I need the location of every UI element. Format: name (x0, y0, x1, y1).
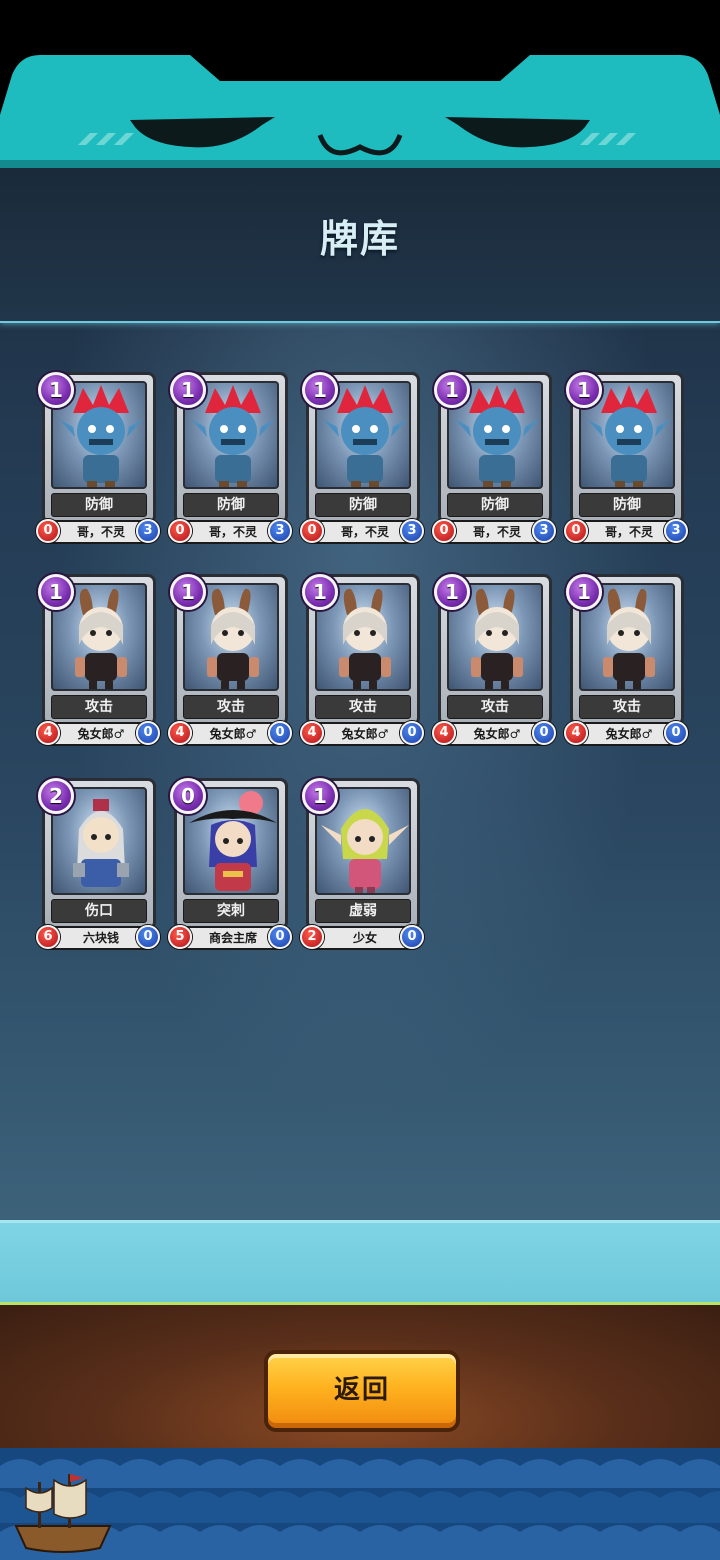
card-cost: 1 (434, 574, 470, 610)
deck-card[interactable]: 防御 1 哥，不灵 0 3 (168, 372, 292, 552)
card-stat-blue: 3 (664, 519, 688, 543)
card-stat-red: 0 (300, 519, 324, 543)
card-stat-red: 0 (564, 519, 588, 543)
deck-card[interactable]: 突刺 0 商会主席 5 0 (168, 778, 292, 958)
card-name: 虚弱 (315, 899, 411, 923)
deck-card[interactable]: 攻击 1 兔女郎♂ 4 0 (432, 574, 556, 754)
card-name: 伤口 (51, 899, 147, 923)
card-stat-blue: 3 (268, 519, 292, 543)
card-stat-blue: 0 (532, 721, 556, 745)
card-cost: 1 (170, 574, 206, 610)
card-owner: 兔女郎♂ (77, 727, 125, 741)
deck-card[interactable]: 防御 1 哥，不灵 0 3 (36, 372, 160, 552)
lower-band (0, 1220, 720, 1302)
card-stat-blue: 0 (400, 925, 424, 949)
card-stat-red: 0 (432, 519, 456, 543)
card-name: 攻击 (447, 695, 543, 719)
card-owner: 兔女郎♂ (341, 727, 389, 741)
card-stat-blue: 0 (400, 721, 424, 745)
cat-face-icon (0, 55, 720, 170)
card-stat-red: 0 (168, 519, 192, 543)
card-stat-red: 2 (300, 925, 324, 949)
back-button[interactable]: 返回 (264, 1350, 460, 1432)
card-stat-blue: 0 (136, 925, 160, 949)
card-name: 防御 (183, 493, 279, 517)
card-owner: 商会主席 (208, 931, 257, 945)
deck-card[interactable]: 攻击 1 兔女郎♂ 4 0 (36, 574, 160, 754)
card-owner: 兔女郎♂ (209, 727, 257, 741)
card-stat-red: 4 (168, 721, 192, 745)
card-stat-blue: 0 (268, 925, 292, 949)
card-owner: 哥，不灵 (340, 525, 389, 539)
ship-icon (14, 1474, 112, 1553)
deck-card[interactable]: 攻击 1 兔女郎♂ 4 0 (300, 574, 424, 754)
card-stat-blue: 3 (136, 519, 160, 543)
card-stat-red: 6 (36, 925, 60, 949)
card-name: 突刺 (183, 899, 279, 923)
card-name: 攻击 (51, 695, 147, 719)
card-name: 防御 (447, 493, 543, 517)
card-stat-blue: 0 (268, 721, 292, 745)
page-title: 牌库 (319, 217, 400, 261)
card-stat-blue: 3 (400, 519, 424, 543)
card-cost: 1 (302, 778, 338, 814)
deck-card[interactable]: 攻击 1 兔女郎♂ 4 0 (168, 574, 292, 754)
card-name: 防御 (51, 493, 147, 517)
card-owner: 哥，不灵 (604, 525, 653, 539)
card-stat-red: 4 (564, 721, 588, 745)
card-owner: 兔女郎♂ (473, 727, 521, 741)
card-cost: 1 (566, 574, 602, 610)
card-name: 防御 (579, 493, 675, 517)
cat-face-header (0, 55, 720, 170)
card-owner: 哥，不灵 (208, 525, 257, 539)
card-cost: 1 (38, 574, 74, 610)
card-cost: 1 (38, 372, 74, 408)
deck-card[interactable]: 虚弱 1 少女 2 0 (300, 778, 424, 958)
card-owner: 六块钱 (82, 931, 119, 945)
card-stat-red: 0 (36, 519, 60, 543)
card-name: 防御 (315, 493, 411, 517)
card-cost: 1 (302, 574, 338, 610)
card-cost: 2 (38, 778, 74, 814)
card-stat-red: 4 (36, 721, 60, 745)
deck-card[interactable]: 防御 1 哥，不灵 0 3 (300, 372, 424, 552)
card-owner: 哥，不灵 (472, 525, 521, 539)
card-cost: 1 (170, 372, 206, 408)
top-status-bar (0, 0, 720, 60)
card-name: 攻击 (315, 695, 411, 719)
card-stat-blue: 0 (664, 721, 688, 745)
deck-card[interactable]: 防御 1 哥，不灵 0 3 (564, 372, 688, 552)
card-name: 攻击 (183, 695, 279, 719)
card-cost: 0 (170, 778, 206, 814)
card-owner: 兔女郎♂ (605, 727, 653, 741)
card-cost: 1 (566, 372, 602, 408)
deck-card[interactable]: 攻击 1 兔女郎♂ 4 0 (564, 574, 688, 754)
deck-card[interactable]: 防御 1 哥，不灵 0 3 (432, 372, 556, 552)
card-stat-red: 4 (432, 721, 456, 745)
card-cost: 1 (434, 372, 470, 408)
card-stat-blue: 0 (136, 721, 160, 745)
card-cost: 1 (302, 372, 338, 408)
deck-card[interactable]: 伤口 2 六块钱 6 0 (36, 778, 160, 958)
card-stat-red: 4 (300, 721, 324, 745)
card-name: 攻击 (579, 695, 675, 719)
card-stat-red: 5 (168, 925, 192, 949)
card-owner: 少女 (352, 931, 377, 945)
card-stat-blue: 3 (532, 519, 556, 543)
card-owner: 哥，不灵 (76, 525, 125, 539)
